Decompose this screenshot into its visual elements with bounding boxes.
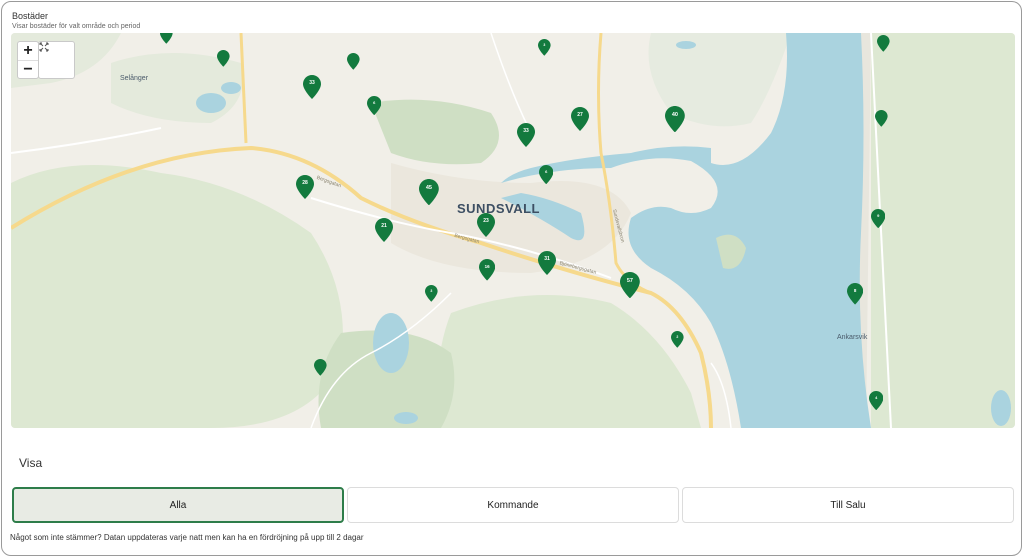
marker-17[interactable]: 23	[477, 213, 495, 237]
map-background	[11, 33, 1015, 428]
marker-11[interactable]: 33	[517, 123, 535, 147]
map-pin-icon	[160, 33, 173, 44]
marker-count: 16	[484, 263, 490, 269]
zoom-controls: + −	[17, 41, 39, 79]
marker-18[interactable]: 16	[479, 259, 496, 281]
marker-count: 9	[877, 213, 880, 218]
data-disclaimer: Något som inte stämmer? Datan uppdateras…	[10, 533, 364, 542]
marker-14[interactable]: 45	[419, 179, 439, 206]
map-pin-icon	[877, 35, 890, 52]
map-pin-icon	[296, 175, 314, 199]
marker-16[interactable]: 21	[375, 218, 393, 242]
map-label-city: SUNDSVALL	[457, 201, 540, 216]
marker-count: 28	[302, 180, 308, 186]
map-pin-icon	[217, 50, 230, 67]
marker-12[interactable]: 6	[539, 165, 554, 185]
marker-19[interactable]: 31	[538, 251, 556, 275]
marker-1[interactable]	[160, 33, 173, 44]
map-pin-icon	[539, 165, 554, 185]
marker-count: 57	[626, 277, 633, 284]
marker-count: 6	[373, 100, 376, 105]
marker-6[interactable]: 33	[303, 75, 321, 99]
zoom-in-button[interactable]: +	[18, 42, 38, 60]
filter-upcoming-button[interactable]: Kommande	[347, 487, 679, 523]
marker-9[interactable]: 40	[665, 106, 685, 133]
map-view[interactable]: + − Selånger SUNDSVALL Ankarsvik Bergsga…	[11, 33, 1015, 428]
map-label-selanger: Selånger	[120, 75, 149, 82]
map-pin-icon	[477, 213, 495, 237]
marker-count: 21	[381, 223, 387, 229]
marker-7[interactable]: 6	[367, 96, 382, 116]
marker-2[interactable]	[217, 50, 230, 67]
card-subtitle: Visar bostäder för valt område och perio…	[12, 23, 141, 30]
map-pin-icon	[517, 123, 535, 147]
marker-20[interactable]: 57	[620, 272, 640, 299]
map-pin-icon	[479, 259, 496, 281]
marker-count: 23	[483, 218, 489, 224]
map-pin-icon	[538, 251, 556, 275]
map-pin-icon	[367, 96, 382, 116]
map-pin-icon	[871, 209, 886, 229]
map-pin-icon	[875, 110, 888, 127]
marker-count: 4	[875, 395, 878, 400]
marker-25[interactable]: 4	[869, 391, 884, 411]
map-pin-icon	[571, 107, 589, 131]
marker-count: 27	[577, 112, 583, 118]
map-pin-icon	[665, 106, 685, 133]
zoom-out-button[interactable]: −	[18, 60, 38, 78]
expand-icon	[39, 42, 49, 52]
marker-count: 33	[309, 80, 315, 86]
marker-10[interactable]	[875, 110, 888, 127]
map-label-ankarsvik: Ankarsvik	[837, 334, 868, 341]
expand-button[interactable]	[38, 41, 75, 79]
marker-3[interactable]: 3	[538, 39, 551, 56]
marker-13[interactable]: 28	[296, 175, 314, 199]
filter-heading: Visa	[19, 456, 43, 470]
filter-all-button[interactable]: Alla	[12, 487, 344, 523]
housing-card: Bostäder Visar bostäder för valt område …	[1, 1, 1022, 556]
map-pin-icon	[419, 179, 439, 206]
map-pin-icon	[314, 359, 327, 376]
marker-22[interactable]: 2	[671, 331, 684, 348]
marker-count: 33	[523, 128, 529, 134]
map-pin-icon	[375, 218, 393, 242]
marker-4[interactable]	[347, 53, 360, 70]
marker-23[interactable]: 3	[425, 285, 438, 302]
marker-5[interactable]	[877, 35, 890, 52]
marker-count: 3	[543, 42, 546, 47]
map-pin-icon	[347, 53, 360, 70]
marker-count: 45	[425, 184, 432, 191]
marker-count: 40	[671, 111, 678, 118]
marker-8[interactable]: 27	[571, 107, 589, 131]
marker-count: 3	[430, 288, 433, 293]
map-pin-icon	[847, 283, 864, 305]
marker-count: 8	[853, 287, 857, 293]
marker-15[interactable]: 9	[871, 209, 886, 229]
map-pin-icon	[620, 272, 640, 299]
map-pin-icon	[869, 391, 884, 411]
card-title: Bostäder	[12, 11, 49, 21]
marker-24[interactable]	[314, 359, 327, 376]
marker-count: 6	[545, 169, 548, 174]
marker-count: 31	[544, 256, 550, 262]
card-header: Bostäder Visar bostäder för valt område …	[12, 11, 140, 32]
map-pin-icon	[303, 75, 321, 99]
filter-for-sale-button[interactable]: Till Salu	[682, 487, 1014, 523]
marker-21[interactable]: 8	[847, 283, 864, 305]
marker-count: 2	[676, 334, 679, 339]
